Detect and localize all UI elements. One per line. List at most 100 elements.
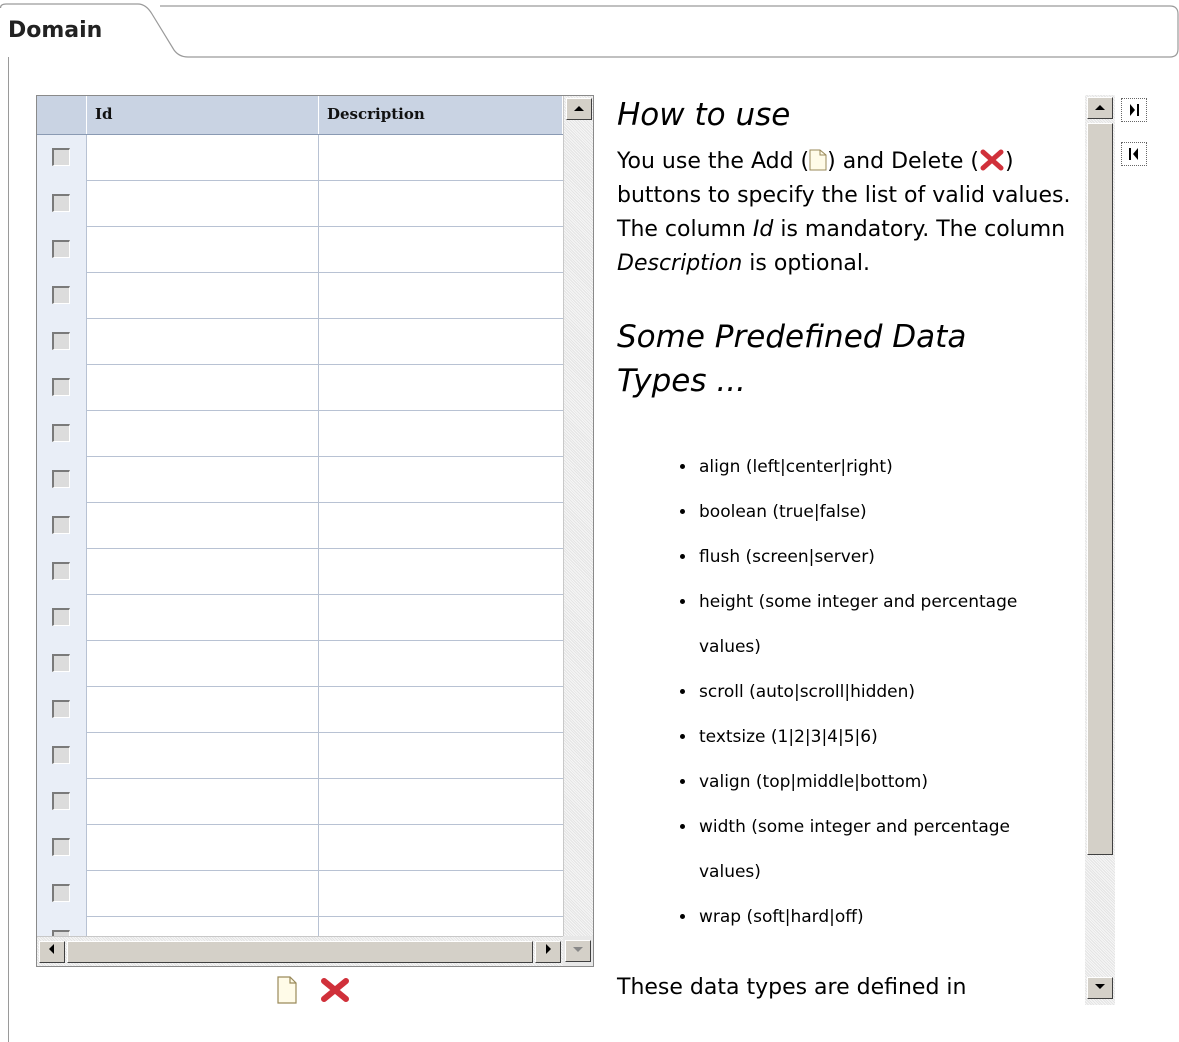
id-cell[interactable] <box>87 181 319 227</box>
scroll-left-button[interactable] <box>39 941 65 963</box>
table-row[interactable] <box>37 365 563 411</box>
row-checkbox[interactable] <box>52 332 70 350</box>
help-scroll-up-button[interactable] <box>1087 97 1113 119</box>
description-cell[interactable] <box>319 457 563 503</box>
row-select-cell <box>37 549 87 595</box>
table-row[interactable] <box>37 733 563 779</box>
tab-strip: Domain <box>0 0 1179 60</box>
row-checkbox[interactable] <box>52 792 70 810</box>
scroll-right-button[interactable] <box>535 941 561 963</box>
id-cell[interactable] <box>87 411 319 457</box>
table-row[interactable] <box>37 503 563 549</box>
description-cell[interactable] <box>319 319 563 365</box>
description-cell[interactable] <box>319 181 563 227</box>
scroll-down-button[interactable] <box>565 940 591 962</box>
id-cell[interactable] <box>87 227 319 273</box>
id-cell[interactable] <box>87 595 319 641</box>
row-checkbox[interactable] <box>52 470 70 488</box>
id-cell[interactable] <box>87 503 319 549</box>
description-cell[interactable] <box>319 227 563 273</box>
id-cell[interactable] <box>87 365 319 411</box>
row-checkbox[interactable] <box>52 838 70 856</box>
row-checkbox[interactable] <box>52 424 70 442</box>
description-cell[interactable] <box>319 641 563 687</box>
list-item: width (some integer and percentage value… <box>697 805 1077 895</box>
description-cell[interactable] <box>319 135 563 181</box>
row-checkbox[interactable] <box>52 654 70 672</box>
table-row[interactable] <box>37 641 563 687</box>
row-checkbox[interactable] <box>52 148 70 166</box>
select-column-header[interactable] <box>37 96 87 134</box>
table-row[interactable] <box>37 549 563 595</box>
row-checkbox[interactable] <box>52 194 70 212</box>
description-cell[interactable] <box>319 549 563 595</box>
help-text: You use the Add ( <box>617 149 810 174</box>
grid-horizontal-scrollbar[interactable] <box>37 936 563 966</box>
id-cell[interactable] <box>87 825 319 871</box>
column-header-id[interactable]: Id <box>87 96 319 134</box>
row-checkbox[interactable] <box>52 746 70 764</box>
table-row[interactable] <box>37 135 563 181</box>
description-cell[interactable] <box>319 733 563 779</box>
table-row[interactable] <box>37 319 563 365</box>
table-row[interactable] <box>37 457 563 503</box>
scroll-up-button[interactable] <box>566 98 592 120</box>
row-checkbox[interactable] <box>52 378 70 396</box>
row-select-cell <box>37 135 87 181</box>
id-cell[interactable] <box>87 687 319 733</box>
grid-vertical-scrollbar[interactable] <box>563 96 593 936</box>
id-cell[interactable] <box>87 273 319 319</box>
description-cell[interactable] <box>319 687 563 733</box>
table-row[interactable] <box>37 917 563 936</box>
description-cell[interactable] <box>319 411 563 457</box>
id-cell[interactable] <box>87 871 319 917</box>
id-cell[interactable] <box>87 641 319 687</box>
table-row[interactable] <box>37 273 563 319</box>
column-header-description[interactable]: Description <box>319 96 563 134</box>
new-document-icon <box>809 148 827 171</box>
help-term-id: Id <box>752 217 774 242</box>
id-cell[interactable] <box>87 549 319 595</box>
delete-button[interactable] <box>320 976 350 1004</box>
tab-domain[interactable]: Domain <box>8 18 102 43</box>
id-cell[interactable] <box>87 135 319 181</box>
collapse-panel-button[interactable] <box>1121 98 1147 122</box>
row-checkbox[interactable] <box>52 562 70 580</box>
table-row[interactable] <box>37 595 563 641</box>
table-row[interactable] <box>37 779 563 825</box>
row-checkbox[interactable] <box>52 608 70 626</box>
description-cell[interactable] <box>319 273 563 319</box>
expand-panel-button[interactable] <box>1121 142 1147 166</box>
id-cell[interactable] <box>87 319 319 365</box>
id-cell[interactable] <box>87 457 319 503</box>
table-row[interactable] <box>37 227 563 273</box>
id-cell[interactable] <box>87 779 319 825</box>
description-cell[interactable] <box>319 871 563 917</box>
table-row[interactable] <box>37 411 563 457</box>
row-checkbox[interactable] <box>52 240 70 258</box>
id-cell[interactable] <box>87 733 319 779</box>
row-checkbox[interactable] <box>52 884 70 902</box>
description-cell[interactable] <box>319 365 563 411</box>
row-checkbox[interactable] <box>52 700 70 718</box>
horizontal-scroll-thumb[interactable] <box>67 941 533 963</box>
table-row[interactable] <box>37 181 563 227</box>
help-vertical-scrollbar[interactable] <box>1085 95 1115 1005</box>
add-button[interactable] <box>276 976 298 1004</box>
help-scroll-down-button[interactable] <box>1087 977 1113 999</box>
table-row[interactable] <box>37 687 563 733</box>
help-scroll-thumb[interactable] <box>1087 123 1113 855</box>
table-row[interactable] <box>37 871 563 917</box>
description-cell[interactable] <box>319 917 563 936</box>
description-cell[interactable] <box>319 825 563 871</box>
row-select-cell <box>37 917 87 936</box>
description-cell[interactable] <box>319 779 563 825</box>
row-checkbox[interactable] <box>52 516 70 534</box>
table-row[interactable] <box>37 825 563 871</box>
row-select-cell <box>37 411 87 457</box>
id-cell[interactable] <box>87 917 319 936</box>
row-checkbox[interactable] <box>52 286 70 304</box>
row-select-cell <box>37 319 87 365</box>
description-cell[interactable] <box>319 503 563 549</box>
description-cell[interactable] <box>319 595 563 641</box>
